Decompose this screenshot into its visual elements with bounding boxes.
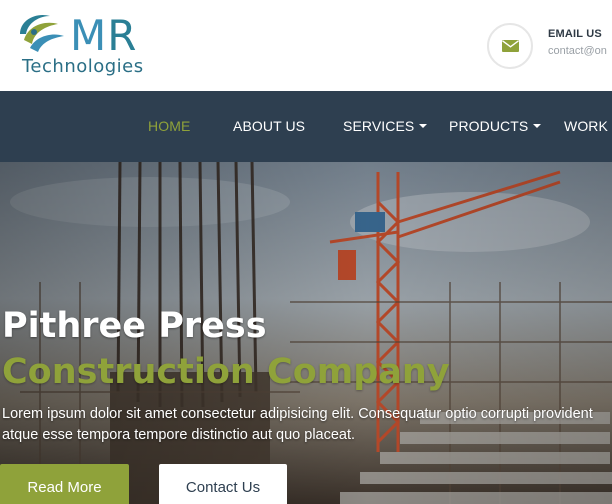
logo-letter-r: R: [107, 11, 138, 60]
chevron-down-icon: [533, 124, 542, 129]
hero-banner: Pithree Press Construction Company Lorem…: [0, 162, 612, 504]
main-navigation: HOME ABOUT US SERVICES PRODUCTS WORK: [0, 91, 612, 162]
nav-item-label: SERVICES: [343, 118, 415, 134]
nav-item-home[interactable]: HOME: [148, 118, 190, 134]
nav-item-label: HOME: [148, 118, 191, 134]
site-header: MR Technologies EMAIL US contact@on: [0, 0, 612, 91]
read-more-button[interactable]: Read More: [0, 464, 129, 504]
brand-logo[interactable]: MR Technologies: [14, 10, 154, 82]
logo-wordmark: MR: [70, 14, 137, 58]
hero-title-line-2: Construction Company: [2, 352, 450, 392]
nav-item-work[interactable]: WORK: [564, 118, 608, 134]
hero-description: Lorem ipsum dolor sit amet consectetur a…: [2, 406, 593, 443]
nav-item-about-us[interactable]: ABOUT US: [233, 118, 305, 134]
nav-item-products[interactable]: PRODUCTS: [449, 118, 542, 134]
hero-title-line-1: Pithree Press: [2, 306, 267, 346]
nav-item-services[interactable]: SERVICES: [343, 118, 428, 134]
chevron-down-icon: [419, 124, 428, 129]
contact-us-button[interactable]: Contact Us: [159, 464, 287, 504]
envelope-icon: [502, 40, 519, 52]
logo-swirl-icon: [20, 14, 64, 52]
logo-subtitle: Technologies: [22, 56, 144, 77]
logo-letter-m: M: [70, 11, 108, 60]
email-icon-badge: [487, 23, 533, 69]
email-address-link[interactable]: contact@on: [548, 45, 607, 57]
nav-item-label: PRODUCTS: [449, 118, 529, 134]
email-title: EMAIL US: [548, 28, 602, 40]
nav-item-label: ABOUT US: [233, 118, 306, 134]
nav-item-label: WORK: [564, 118, 608, 134]
